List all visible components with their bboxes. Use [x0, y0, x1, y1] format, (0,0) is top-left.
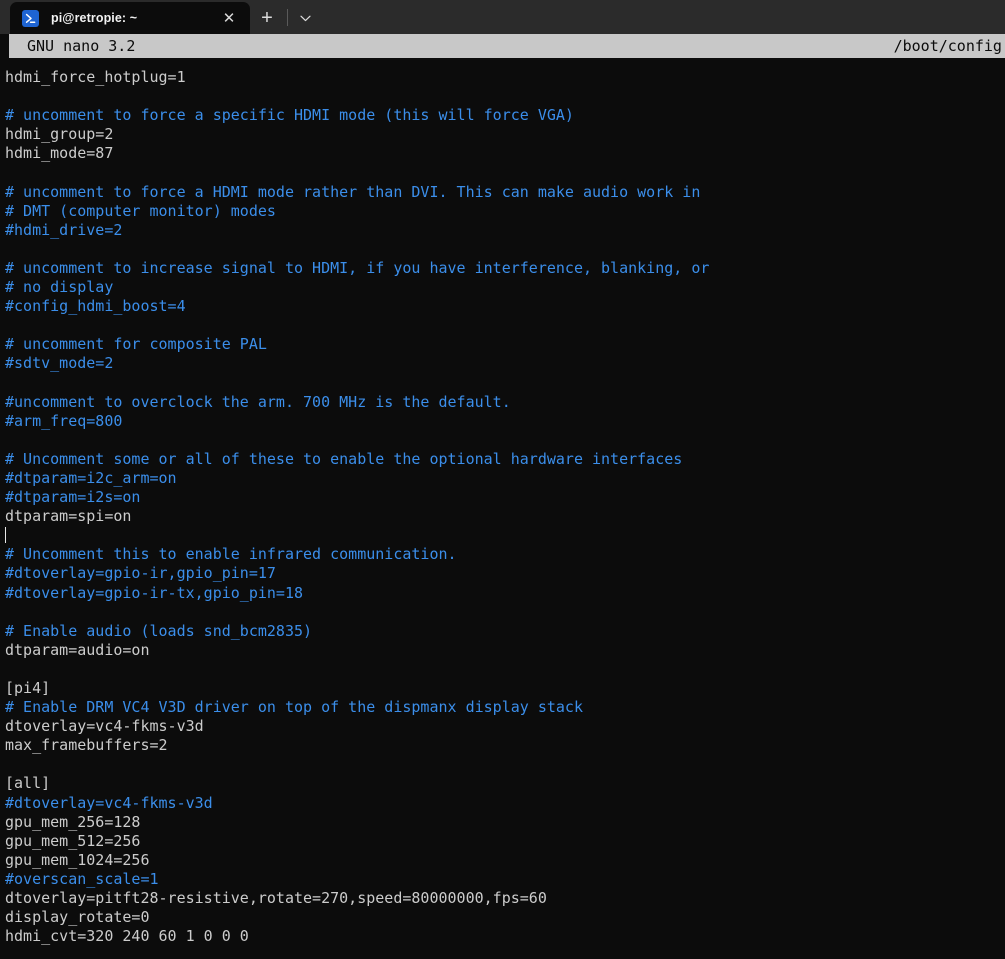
editor-line: hdmi_group=2: [5, 125, 114, 144]
editor-line: hdmi_force_hotplug=1: [5, 68, 186, 86]
editor-line: # Enable audio (loads snd_bcm2835): [5, 621, 313, 640]
editor-line: #dtparam=i2s=on: [5, 488, 141, 507]
editor-line: [all]: [5, 774, 51, 793]
editor-line: # Uncomment some or all of these to enab…: [5, 449, 683, 468]
editor-line: [pi4]: [5, 679, 51, 697]
nano-titlebar-content: GNU nano 3.2 /boot/config.: [9, 34, 1005, 58]
editor-line: # DMT (computer monitor) modes: [5, 201, 276, 220]
tab-strip: pi@retropie: ~ ✕ +: [0, 0, 319, 34]
powershell-prompt-icon: [22, 9, 39, 27]
terminal-tab-active[interactable]: pi@retropie: ~ ✕: [10, 2, 250, 34]
editor-line: #overscan_scale=1: [5, 869, 159, 888]
editor-line: # uncomment to force a HDMI mode rather …: [5, 182, 701, 201]
text-cursor: [5, 527, 6, 544]
chevron-down-icon[interactable]: [291, 2, 319, 34]
tab-title: pi@retropie: ~: [51, 11, 138, 25]
editor-line: #dtoverlay=gpio-ir,gpio_pin=17: [5, 564, 276, 583]
editor-line: gpu_mem_256=128: [5, 812, 141, 831]
close-icon[interactable]: ✕: [216, 5, 242, 31]
editor-line: max_framebuffers=2: [5, 736, 168, 755]
editor-line: [5, 526, 1005, 545]
editor-line: gpu_mem_512=256: [5, 831, 141, 850]
editor-line: #arm_freq=800: [5, 411, 123, 430]
editor-line: # Uncomment this to enable infrared comm…: [5, 545, 457, 564]
editor-line: # Enable DRM VC4 V3D driver on top of th…: [5, 698, 583, 717]
editor-line: # uncomment to increase signal to HDMI, …: [5, 258, 710, 277]
editor-line: # uncomment for composite PAL: [5, 335, 267, 354]
editor-line: #uncomment to overclock the arm. 700 MHz…: [5, 392, 511, 411]
editor-line: #sdtv_mode=2: [5, 354, 114, 373]
editor-line: dtparam=audio=on: [5, 640, 150, 659]
editor-line: #hdmi_drive=2: [5, 220, 123, 239]
nano-version-label: GNU nano 3.2: [27, 37, 136, 55]
editor-line: #dtoverlay=gpio-ir-tx,gpio_pin=18: [5, 583, 304, 602]
nano-titlebar-left-gutter: [0, 34, 9, 58]
nano-titlebar: GNU nano 3.2 /boot/config.: [0, 34, 1005, 58]
editor-line: hdmi_cvt=320 240 60 1 0 0 0: [5, 927, 249, 946]
toolbar-divider: [287, 9, 288, 26]
nano-filename-label: /boot/config.: [893, 37, 1005, 55]
editor-line: # uncomment to force a specific HDMI mod…: [5, 106, 574, 125]
editor-line: display_rotate=0: [5, 908, 150, 927]
editor-line: #dtoverlay=vc4-fkms-v3d: [5, 793, 213, 812]
editor-line: # no display: [5, 278, 114, 297]
editor-line: dtoverlay=vc4-fkms-v3d: [5, 717, 204, 736]
editor-line: gpu_mem_1024=256: [5, 850, 150, 869]
editor-line: #config_hdmi_boost=4: [5, 297, 186, 316]
editor-line: dtparam=spi=on: [5, 507, 132, 526]
new-tab-button[interactable]: +: [250, 2, 284, 34]
editor-line: dtoverlay=pitft28-resistive,rotate=270,s…: [5, 889, 547, 908]
editor-line: hdmi_mode=87: [5, 144, 114, 163]
editor-line: #dtparam=i2c_arm=on: [5, 468, 177, 487]
window-titlebar: pi@retropie: ~ ✕ +: [0, 0, 1005, 34]
editor-text-area[interactable]: hdmi_force_hotplug=1 # uncomment to forc…: [0, 58, 1005, 959]
